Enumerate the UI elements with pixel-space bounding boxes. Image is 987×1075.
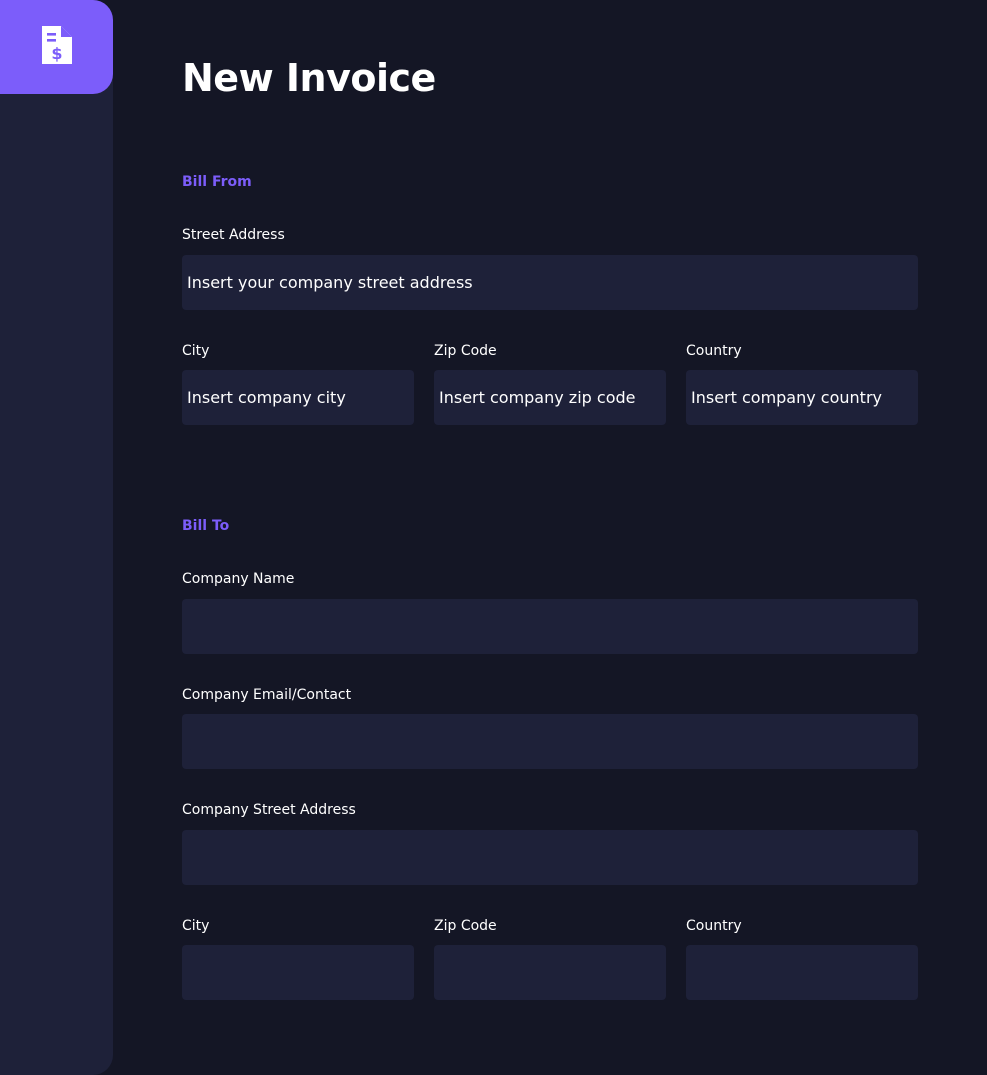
bill-to-zip-input[interactable] [434, 945, 666, 1000]
bill-to-zip-label: Zip Code [434, 918, 497, 934]
bill-from-country-label: Country [686, 343, 742, 359]
bill-to-company-email-label: Company Email/Contact [182, 687, 352, 703]
bill-to-heading: Bill To [182, 518, 230, 534]
bill-from-country-input[interactable] [686, 370, 918, 425]
bill-from-city-input[interactable] [182, 370, 414, 425]
bill-to-company-email-input[interactable] [182, 714, 918, 769]
bill-from-heading: Bill From [182, 174, 252, 190]
bill-from-street-label: Street Address [182, 227, 285, 243]
bill-to-city-input[interactable] [182, 945, 414, 1000]
bill-to-country-label: Country [686, 918, 742, 934]
bill-to-company-name-label: Company Name [182, 571, 295, 587]
bill-from-street-input[interactable] [182, 255, 918, 310]
bill-from-zip-label: Zip Code [434, 343, 497, 359]
bill-from-zip-input[interactable] [434, 370, 666, 425]
svg-text:$: $ [51, 44, 62, 63]
bill-to-company-street-input[interactable] [182, 830, 918, 885]
sidebar: $ [0, 0, 113, 1075]
bill-to-company-name-input[interactable] [182, 599, 918, 654]
bill-from-city-label: City [182, 343, 210, 359]
bill-to-city-label: City [182, 918, 210, 934]
app-logo[interactable]: $ [0, 0, 113, 94]
page-title: New Invoice [182, 56, 436, 100]
bill-to-company-street-label: Company Street Address [182, 802, 356, 818]
bill-to-country-input[interactable] [686, 945, 918, 1000]
invoice-dollar-icon: $ [41, 26, 72, 68]
